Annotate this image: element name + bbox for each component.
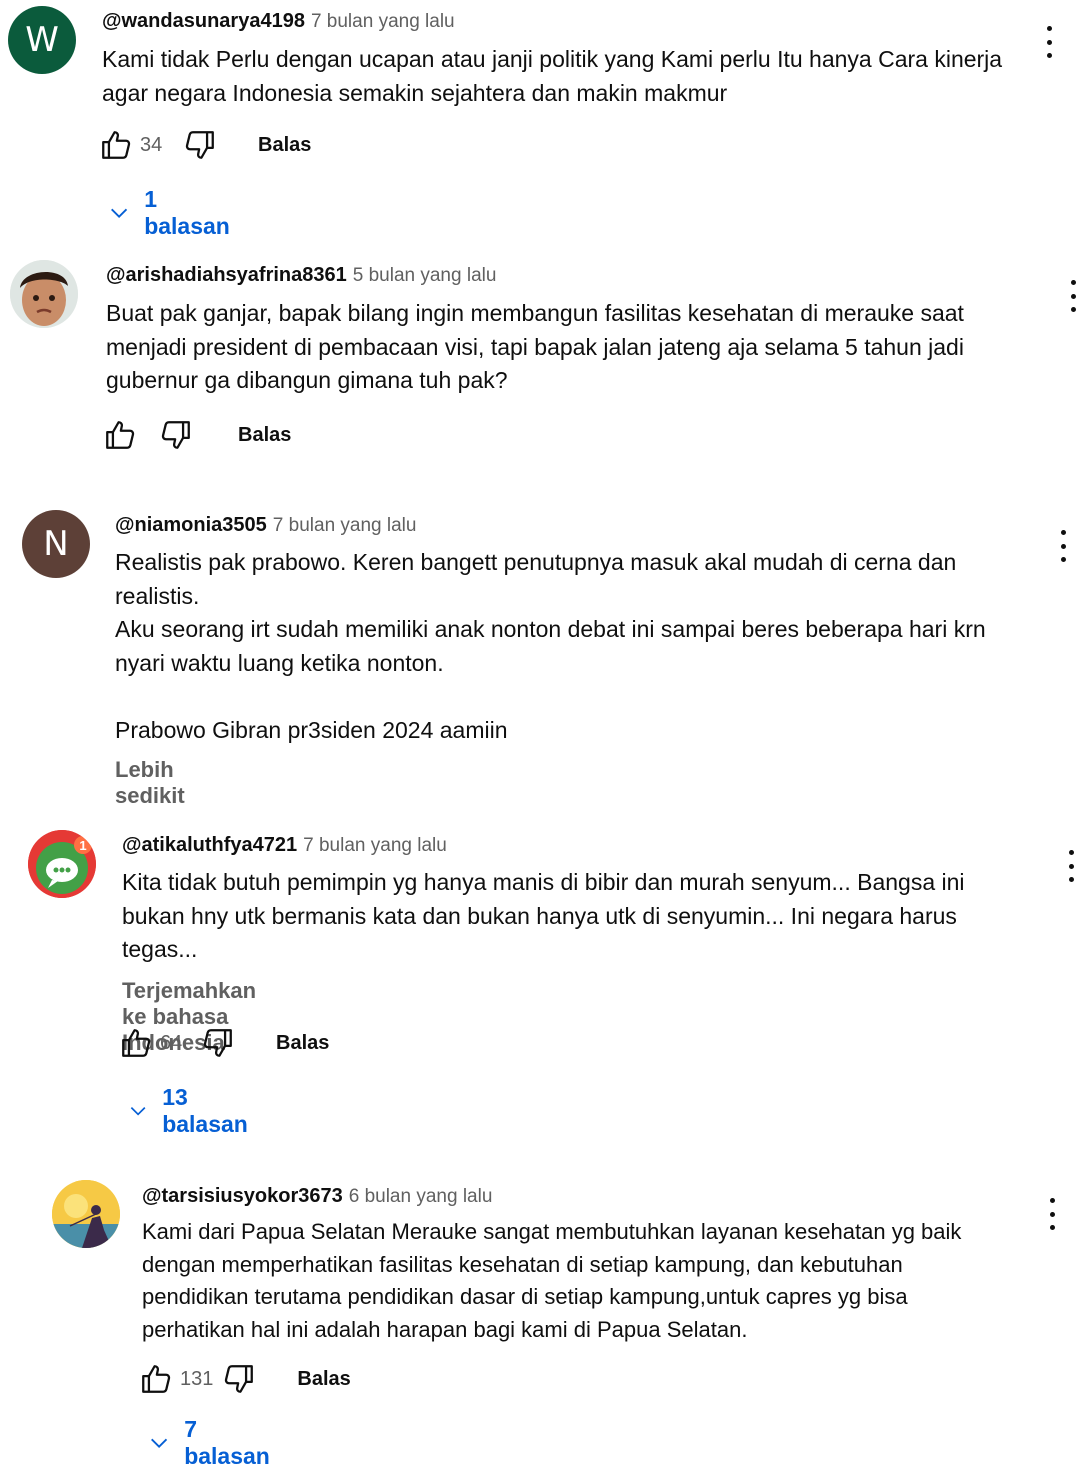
comment-text: Buat pak ganjar, bapak bilang ingin memb… bbox=[106, 300, 964, 393]
view-replies-button[interactable]: 1 balasan bbox=[108, 186, 234, 240]
avatar[interactable] bbox=[10, 260, 78, 328]
show-less-button[interactable]: Lebih sedikit bbox=[115, 757, 185, 809]
author-name[interactable]: @wandasunarya4198 bbox=[102, 10, 305, 32]
comment-header: @wandasunarya4198 7 bulan yang lalu bbox=[102, 8, 455, 35]
like-button[interactable] bbox=[118, 1025, 154, 1061]
thumb-down-icon bbox=[201, 1026, 235, 1060]
author-name[interactable]: @arishadiahsyafrina8361 bbox=[106, 264, 347, 286]
like-button[interactable] bbox=[102, 417, 138, 453]
replies-count-label: 13 balasan bbox=[162, 1084, 248, 1137]
comment-header: @tarsisiusyokor3673 6 bulan yang lalu bbox=[142, 1183, 492, 1210]
comment-menu-button[interactable] bbox=[1047, 1198, 1057, 1230]
fisherman-sunset-avatar-icon bbox=[52, 1180, 120, 1248]
like-count: 34 bbox=[140, 133, 163, 156]
notification-badge: 1 bbox=[74, 836, 92, 854]
replies-count-label: 1 balasan bbox=[144, 186, 230, 239]
chevron-down-icon bbox=[108, 200, 130, 226]
avatar-letter: W bbox=[25, 20, 59, 60]
comment-header: @niamonia3505 7 bulan yang lalu bbox=[115, 512, 416, 539]
avatar[interactable]: N bbox=[22, 510, 90, 578]
comment-menu-button[interactable] bbox=[1044, 26, 1054, 58]
avatar[interactable] bbox=[52, 1180, 120, 1248]
reply-button[interactable]: Balas bbox=[258, 134, 311, 157]
child-face-photo-icon bbox=[10, 260, 78, 328]
comment-text: Realistis pak prabowo. Keren bangett pen… bbox=[115, 549, 986, 743]
comment-time[interactable]: 7 bulan yang lalu bbox=[303, 835, 447, 856]
author-name[interactable]: @tarsisiusyokor3673 bbox=[142, 1185, 343, 1207]
dislike-button[interactable] bbox=[200, 1025, 236, 1061]
comment-menu-button[interactable] bbox=[1068, 280, 1078, 312]
thumb-down-icon bbox=[183, 128, 217, 162]
like-count: 131 bbox=[180, 1367, 214, 1390]
chevron-down-icon bbox=[128, 1098, 148, 1124]
comment-actions: 131 Balas bbox=[138, 1359, 351, 1399]
avatar-letter: N bbox=[43, 524, 69, 564]
comment-text: Kami tidak Perlu dengan ucapan atau janj… bbox=[102, 46, 1003, 106]
dislike-button[interactable] bbox=[182, 127, 218, 163]
comment-menu-button[interactable] bbox=[1066, 850, 1076, 882]
comment-time[interactable]: 5 bulan yang lalu bbox=[353, 265, 497, 286]
view-replies-button[interactable]: 7 balasan bbox=[148, 1416, 274, 1470]
author-name[interactable]: @atikaluthfya4721 bbox=[122, 834, 297, 856]
comment-time[interactable]: 6 bulan yang lalu bbox=[349, 1186, 493, 1207]
dislike-button[interactable] bbox=[221, 1361, 257, 1397]
comment-menu-button[interactable] bbox=[1058, 530, 1068, 562]
comment-text: Kami dari Papua Selatan Merauke sangat m… bbox=[142, 1219, 962, 1342]
reply-button[interactable]: Balas bbox=[238, 424, 291, 447]
comment-time[interactable]: 7 bulan yang lalu bbox=[273, 515, 417, 536]
reply-button[interactable]: Balas bbox=[276, 1032, 329, 1055]
comment-text: Kita tidak butuh pemimpin yg hanya manis… bbox=[122, 869, 965, 962]
replies-count-label: 7 balasan bbox=[184, 1416, 270, 1469]
thumb-down-icon bbox=[222, 1362, 256, 1396]
like-count: 64 bbox=[160, 1031, 183, 1054]
comment-actions: 34 Balas bbox=[98, 125, 311, 165]
avatar[interactable]: W bbox=[8, 6, 76, 74]
thumb-down-icon bbox=[159, 418, 193, 452]
comment-header: @atikaluthfya4721 7 bulan yang lalu bbox=[122, 832, 447, 859]
dislike-button[interactable] bbox=[158, 417, 194, 453]
comment-actions: 64 Balas bbox=[118, 1023, 329, 1063]
like-button[interactable] bbox=[138, 1361, 174, 1397]
thumb-up-icon bbox=[103, 418, 137, 452]
like-button[interactable] bbox=[98, 127, 134, 163]
reply-button[interactable]: Balas bbox=[297, 1368, 350, 1391]
avatar[interactable]: 1 bbox=[28, 830, 96, 898]
thumb-up-icon bbox=[119, 1026, 153, 1060]
thumb-up-icon bbox=[139, 1362, 173, 1396]
comment-time[interactable]: 7 bulan yang lalu bbox=[311, 11, 455, 32]
comment-actions: Balas bbox=[102, 415, 291, 455]
comment-header: @arishadiahsyafrina8361 5 bulan yang lalu bbox=[106, 262, 496, 289]
author-name[interactable]: @niamonia3505 bbox=[115, 514, 267, 536]
view-replies-button[interactable]: 13 balasan bbox=[128, 1084, 254, 1138]
thumb-up-icon bbox=[99, 128, 133, 162]
chevron-down-icon bbox=[148, 1430, 170, 1456]
